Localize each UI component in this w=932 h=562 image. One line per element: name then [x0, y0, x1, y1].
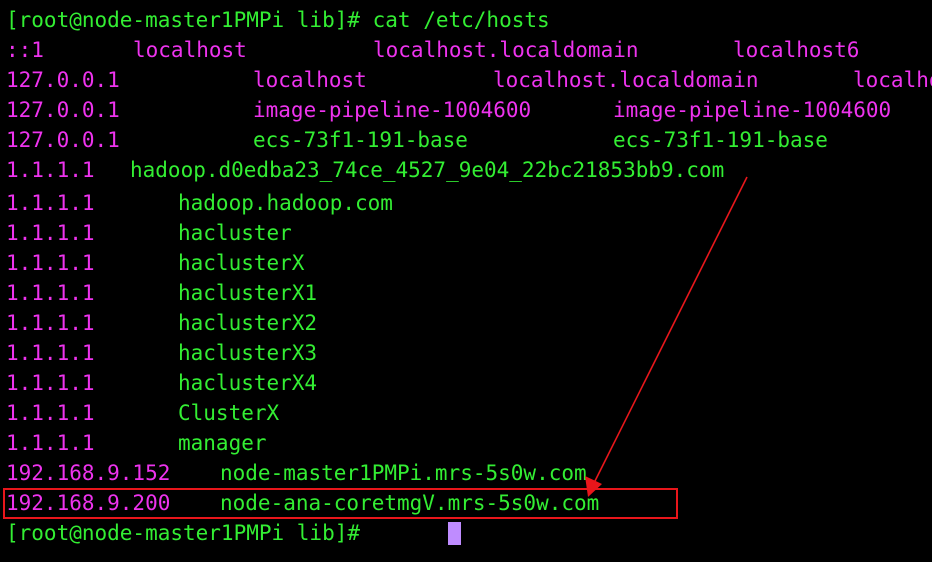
hosts-row: 127.0.0.1 ecs-73f1-191-base ecs-73f1-191… — [6, 125, 828, 155]
clipped-previous-line: ‾ ‾‾ ‾‾ ‾ ‾ ‾ ‾‾ ‾‾ ‾ — [0, 0, 932, 4]
ip-address: 1.1.1.1 — [6, 371, 95, 395]
hosts-row: 1.1.1.1 manager — [6, 428, 267, 458]
hostname: node-master1PMPi.mrs-5s0w.com — [220, 461, 587, 485]
terminal-window[interactable]: ‾ ‾‾ ‾‾ ‾ ‾ ‾ ‾‾ ‾‾ ‾ [root@node-master1… — [0, 0, 932, 562]
ip-address: 127.0.0.1 — [6, 68, 120, 92]
hostname: haclusterX1 — [178, 281, 318, 305]
ip-address: 127.0.0.1 — [6, 128, 120, 152]
hostname: haclusterX — [178, 251, 305, 275]
ip-address: 127.0.0.1 — [6, 98, 120, 122]
hostname-alias: localhost4 — [853, 68, 932, 92]
ip-address: 1.1.1.1 — [6, 191, 95, 215]
hostname: ecs-73f1-191-base — [253, 128, 468, 152]
hostname: localhost — [253, 68, 367, 92]
text-cursor — [448, 522, 461, 545]
hostname: ClusterX — [178, 401, 280, 425]
hosts-row: 1.1.1.1 haclusterX3 — [6, 338, 317, 368]
hosts-row: 127.0.0.1 localhost localhost.localdomai… — [6, 65, 932, 95]
ip-address: 1.1.1.1 — [6, 311, 95, 335]
hostname-alias: image-pipeline-1004600 — [613, 98, 892, 122]
ip-address: 1.1.1.1 — [6, 281, 95, 305]
hosts-row: 1.1.1.1 hacluster — [6, 218, 292, 248]
hostname: hadoop.d0edba23_74ce_4527_9e04_22bc21853… — [130, 158, 725, 182]
hosts-row: 1.1.1.1 haclusterX1 — [6, 278, 317, 308]
hostname: image-pipeline-1004600 — [253, 98, 532, 122]
command-prompt-line[interactable]: [root@node-master1PMPi lib]# — [6, 518, 461, 548]
ip-address: 1.1.1.1 — [6, 341, 95, 365]
ip-address: 192.168.9.152 — [6, 461, 171, 485]
hostname-alias: ecs-73f1-191-base — [613, 128, 828, 152]
hosts-row: 1.1.1.1 haclusterX2 — [6, 308, 317, 338]
hosts-row: 127.0.0.1 image-pipeline-1004600 image-p… — [6, 95, 891, 125]
hosts-row: 192.168.9.152 node-master1PMPi.mrs-5s0w.… — [6, 458, 587, 488]
hosts-row: ::1 localhost localhost.localdomain loca… — [6, 35, 859, 65]
hostname-alias: localhost.localdomain — [493, 68, 759, 92]
hosts-row: 1.1.1.1 ClusterX — [6, 398, 279, 428]
ip-address: ::1 — [6, 38, 44, 62]
hosts-row: 1.1.1.1 hadoop.hadoop.com — [6, 188, 393, 218]
hostname: manager — [178, 431, 267, 455]
hostname-alias: localhost.localdomain — [373, 38, 639, 62]
hosts-row: 1.1.1.1 haclusterX4 — [6, 368, 317, 398]
ip-address: 1.1.1.1 — [6, 221, 95, 245]
hostname: haclusterX4 — [178, 371, 318, 395]
ip-address: 1.1.1.1 — [6, 401, 95, 425]
hosts-row: 1.1.1.1 hadoop.d0edba23_74ce_4527_9e04_2… — [6, 155, 724, 185]
command-text: [root@node-master1PMPi lib]# cat /etc/ho… — [6, 8, 550, 32]
command-prompt-line: [root@node-master1PMPi lib]# cat /etc/ho… — [6, 5, 550, 35]
prompt-text: [root@node-master1PMPi lib]# — [6, 521, 373, 545]
hosts-row: 1.1.1.1 haclusterX — [6, 248, 304, 278]
hostname: haclusterX2 — [178, 311, 318, 335]
hostname-alias: localhost6 — [733, 38, 860, 62]
hostname: haclusterX3 — [178, 341, 318, 365]
ip-address: 1.1.1.1 — [6, 431, 95, 455]
hostname: localhost — [133, 38, 247, 62]
annotation-highlight-box — [3, 488, 678, 519]
ip-address: 1.1.1.1 — [6, 251, 95, 275]
hostname: hacluster — [178, 221, 292, 245]
ip-address: 1.1.1.1 — [6, 158, 95, 182]
hostname: hadoop.hadoop.com — [178, 191, 393, 215]
